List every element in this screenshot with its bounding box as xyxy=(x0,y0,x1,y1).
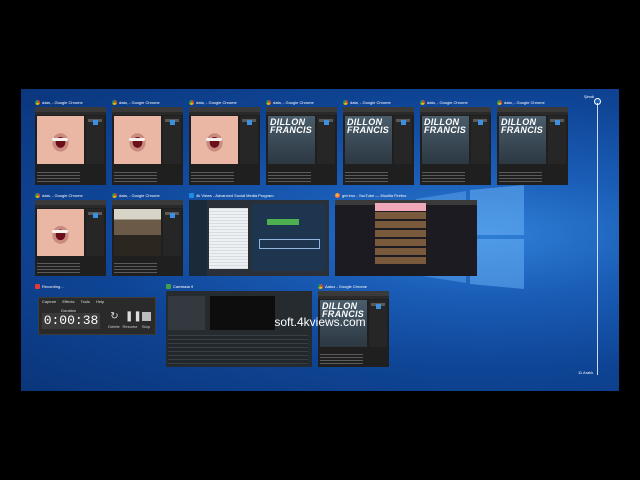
window-thumbnail xyxy=(35,107,106,185)
window-title: Camtasia 9 xyxy=(173,284,194,289)
timeline-now-label: Şimdi xyxy=(584,94,595,99)
task-view-desktop: Şimdi 11 Aralık data, - Google Chrome da… xyxy=(21,89,619,391)
task-window-4kviews[interactable]: 4k Views - Advanced Social Media Program xyxy=(189,191,329,276)
window-title: data, - Google Chrome xyxy=(504,100,545,105)
poster-text: DILLON FRANCIS xyxy=(424,117,467,135)
window-title: data, - Google Chrome xyxy=(273,100,314,105)
window-title: Aatoz - Google Chrome xyxy=(325,284,368,289)
window-thumbnail xyxy=(112,107,183,185)
chrome-icon xyxy=(343,99,348,105)
task-window-chrome-3[interactable]: data, - Google Chrome xyxy=(189,98,260,185)
menu-effects[interactable]: Effects xyxy=(62,299,74,304)
poster-text: DILLON FRANCIS xyxy=(270,117,313,135)
chrome-icon xyxy=(497,99,502,105)
task-window-chrome-9[interactable]: data, - Google Chrome xyxy=(112,191,183,276)
window-title: 4k Views - Advanced Social Media Program xyxy=(196,193,274,198)
task-window-chrome-2[interactable]: data, - Google Chrome xyxy=(112,98,183,185)
window-thumbnail: DILLON FRANCIS xyxy=(266,107,337,185)
window-thumbnail xyxy=(335,200,477,276)
task-window-chrome-1[interactable]: data, - Google Chrome xyxy=(35,98,106,185)
poster-text: DILLON FRANCIS xyxy=(347,117,390,135)
chrome-icon xyxy=(420,99,425,105)
chrome-icon xyxy=(112,99,117,105)
camtasia-icon xyxy=(166,283,171,289)
menu-capture[interactable]: Capture xyxy=(42,299,56,304)
window-title: data, - Google Chrome xyxy=(350,100,391,105)
recorder-menu: Capture Effects Tools Help xyxy=(42,299,109,304)
chrome-icon xyxy=(318,283,323,289)
chrome-icon xyxy=(266,99,271,105)
window-title: data, - Google Chrome xyxy=(42,100,83,105)
chrome-icon xyxy=(112,192,117,198)
window-thumbnail xyxy=(189,107,260,185)
task-window-firefox[interactable]: get imo - YouTube — Mozilla Firefox xyxy=(335,191,477,276)
window-title: data, - Google Chrome xyxy=(119,193,160,198)
timeline-scrollbar[interactable] xyxy=(597,103,598,375)
window-title: data, - Google Chrome xyxy=(42,193,83,198)
firefox-icon xyxy=(335,192,340,198)
chrome-icon xyxy=(35,192,40,198)
window-title: data, - Google Chrome xyxy=(119,100,160,105)
task-window-chrome-6[interactable]: data, - Google Chrome DILLON FRANCIS xyxy=(420,98,491,185)
window-title: Recording... xyxy=(42,284,64,289)
window-title: data, - Google Chrome xyxy=(196,100,237,105)
window-thumbnail xyxy=(166,291,312,367)
window-thumbnail xyxy=(35,200,106,276)
task-window-chrome-4[interactable]: data, - Google Chrome DILLON FRANCIS xyxy=(266,98,337,185)
record-icon xyxy=(35,283,40,289)
chrome-icon xyxy=(35,99,40,105)
window-thumbnail: DILLON FRANCIS xyxy=(343,107,414,185)
window-title: get imo - YouTube — Mozilla Firefox xyxy=(342,193,407,198)
4kviews-icon xyxy=(189,192,194,198)
poster-text: DILLON FRANCIS xyxy=(501,117,544,135)
chrome-icon xyxy=(189,99,194,105)
task-window-chrome-7[interactable]: data, - Google Chrome DILLON FRANCIS xyxy=(497,98,568,185)
menu-help[interactable]: Help xyxy=(96,299,104,304)
menu-tools[interactable]: Tools xyxy=(81,299,90,304)
timeline-date-label: 11 Aralık xyxy=(578,370,594,375)
window-thumbnail xyxy=(189,200,329,276)
footer-url: soft.4kviews.com xyxy=(274,315,366,329)
task-window-chrome-8[interactable]: data, - Google Chrome xyxy=(35,191,106,276)
window-title: data, - Google Chrome xyxy=(427,100,468,105)
window-thumbnail xyxy=(112,200,183,276)
window-thumbnail: DILLON FRANCIS xyxy=(318,291,389,367)
window-thumbnail: DILLON FRANCIS xyxy=(497,107,568,185)
window-thumbnail: DILLON FRANCIS xyxy=(420,107,491,185)
task-window-chrome-5[interactable]: data, - Google Chrome DILLON FRANCIS xyxy=(343,98,414,185)
